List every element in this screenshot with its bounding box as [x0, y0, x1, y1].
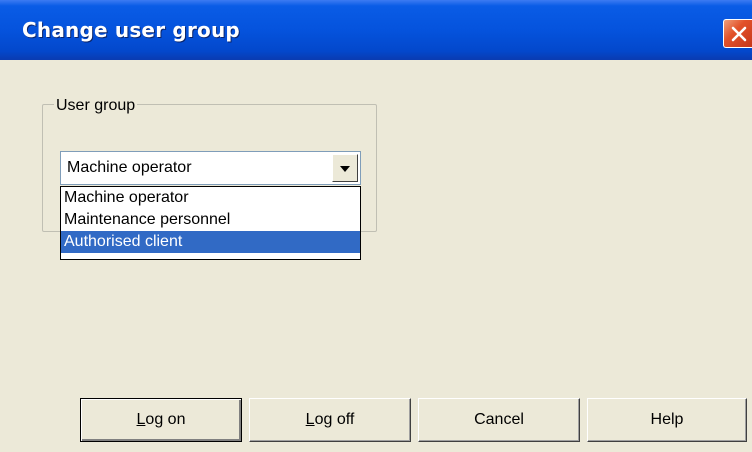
dropdown-button[interactable]: [332, 154, 358, 182]
chevron-down-icon: [340, 166, 350, 172]
close-button[interactable]: [723, 19, 752, 48]
log-on-label: og on: [145, 411, 186, 428]
option-authorised-client[interactable]: Authorised client: [61, 231, 360, 253]
log-off-mnemonic: L: [305, 411, 315, 428]
close-icon: [731, 26, 747, 42]
log-off-button[interactable]: Log off: [249, 398, 411, 442]
log-off-label: og off: [314, 411, 355, 428]
cancel-button[interactable]: Cancel: [418, 398, 580, 442]
combo-selected-value: Machine operator: [67, 159, 192, 176]
option-maintenance-personnel[interactable]: Maintenance personnel: [61, 209, 360, 231]
log-on-button[interactable]: Log on: [80, 398, 242, 442]
title-bar[interactable]: Change user group: [0, 0, 752, 60]
user-group-label: User group: [54, 97, 138, 115]
window-title: Change user group: [22, 18, 240, 42]
option-machine-operator[interactable]: Machine operator: [61, 187, 360, 209]
user-group-dropdown-list[interactable]: Machine operator Maintenance personnel A…: [60, 186, 361, 260]
help-button[interactable]: Help: [587, 398, 747, 442]
user-group-combobox[interactable]: Machine operator: [60, 151, 361, 185]
